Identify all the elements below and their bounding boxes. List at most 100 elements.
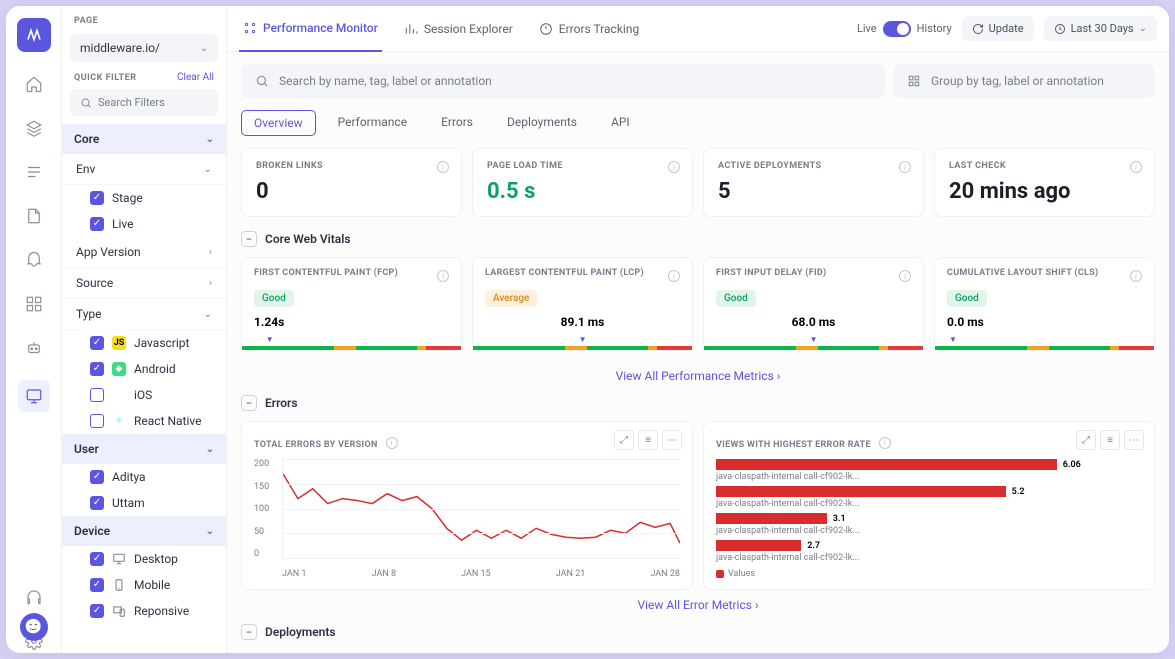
date-range-button[interactable]: Last 30 Days ⌄ <box>1044 16 1157 41</box>
stat-last-check: LAST CHECK 20 mins ago <box>934 148 1155 217</box>
group-core[interactable]: Core⌄ <box>62 124 226 154</box>
search-placeholder: Search by name, tag, label or annotation <box>279 74 492 88</box>
vital-fid: FIRST INPUT DELAY (FID) Good 68.0 ms ▼ <box>703 257 924 351</box>
group-device[interactable]: Device⌄ <box>62 516 226 546</box>
filter-icon[interactable]: ≡ <box>1100 430 1120 450</box>
info-icon[interactable] <box>899 270 911 282</box>
search-icon <box>255 74 269 88</box>
bar-row: 5.2java-claspath-internal call-cf902-lk.… <box>716 486 1142 509</box>
env-stage[interactable]: Stage <box>62 185 226 211</box>
group-placeholder: Group by tag, label or annotation <box>931 74 1104 88</box>
home-icon[interactable] <box>22 72 46 96</box>
react-icon: ⚛ <box>112 414 126 428</box>
collapse-button[interactable]: − <box>241 231 257 247</box>
info-icon[interactable] <box>1130 161 1142 173</box>
update-button[interactable]: Update <box>962 16 1034 41</box>
stat-active-deployments: ACTIVE DEPLOYMENTS 5 <box>703 148 924 217</box>
subtab-api[interactable]: API <box>599 110 642 136</box>
info-icon[interactable] <box>437 161 449 173</box>
topbar: Performance Monitor Session Explorer Err… <box>227 6 1169 52</box>
group-user[interactable]: User⌄ <box>62 434 226 464</box>
card-total-errors: TOTAL ERRORS BY VERSION ⤢ ≡ ⋯ 2001501005… <box>241 421 693 590</box>
js-icon: JS <box>112 336 126 350</box>
device-responsive[interactable]: Reponsive <box>62 598 226 624</box>
view-all-errors-link[interactable]: View All Error Metrics › <box>241 590 1155 620</box>
assistant-avatar[interactable] <box>20 613 48 641</box>
tab-errors-tracking[interactable]: Errors Tracking <box>535 6 643 52</box>
search-input[interactable]: Search by name, tag, label or annotation <box>241 64 885 98</box>
group-by-input[interactable]: Group by tag, label or annotation <box>893 64 1155 98</box>
env-live[interactable]: Live <box>62 211 226 237</box>
info-icon[interactable] <box>899 161 911 173</box>
file-icon[interactable] <box>22 204 46 228</box>
info-icon[interactable] <box>1130 270 1142 282</box>
group-icon <box>907 74 921 88</box>
search-filters-input[interactable]: Search Filters <box>70 89 218 116</box>
bell-icon[interactable] <box>22 248 46 272</box>
group-type[interactable]: Type⌄ <box>62 299 226 330</box>
headphones-icon[interactable] <box>22 585 46 609</box>
quick-filter-label: QUICK FILTER <box>74 73 136 83</box>
group-app-version[interactable]: App Version› <box>62 237 226 268</box>
clear-all-link[interactable]: Clear All <box>177 72 214 83</box>
user-aditya[interactable]: Aditya <box>62 464 226 490</box>
bar-row: 6.06java-claspath-internal call-cf902-lk… <box>716 459 1142 482</box>
bar-row: 2.7java-claspath-internal call-cf902-lk.… <box>716 540 1142 563</box>
info-icon[interactable] <box>879 437 891 449</box>
group-source[interactable]: Source› <box>62 268 226 299</box>
info-icon[interactable] <box>386 437 398 449</box>
filter-icon[interactable]: ≡ <box>638 430 658 450</box>
apple-icon <box>112 388 126 402</box>
stat-page-load: PAGE LOAD TIME 0.5 s <box>472 148 693 217</box>
type-ios[interactable]: iOS <box>62 382 226 408</box>
group-env[interactable]: Env⌄ <box>62 154 226 185</box>
info-icon[interactable] <box>668 270 680 282</box>
grid-icon[interactable] <box>22 292 46 316</box>
subtab-performance[interactable]: Performance <box>326 110 419 136</box>
user-uttam[interactable]: Uttam <box>62 490 226 516</box>
info-icon[interactable] <box>668 161 680 173</box>
vital-fcp: FIRST CONTENTFUL PAINT (FCP) Good 1.24s … <box>241 257 462 351</box>
tab-session-explorer[interactable]: Session Explorer <box>400 6 517 52</box>
view-all-perf-link[interactable]: View All Performance Metrics › <box>241 361 1155 391</box>
page-selector[interactable]: middleware.io/ ⌄ <box>70 34 218 62</box>
expand-icon[interactable]: ⤢ <box>614 430 634 450</box>
bot-icon[interactable] <box>22 336 46 360</box>
more-icon[interactable]: ⋯ <box>662 430 682 450</box>
status-badge: Good <box>254 290 294 307</box>
device-mobile[interactable]: Mobile <box>62 572 226 598</box>
section-errors: Errors <box>265 396 298 410</box>
info-icon[interactable] <box>437 270 449 282</box>
search-filters-placeholder: Search Filters <box>98 96 165 109</box>
stack-icon[interactable] <box>22 116 46 140</box>
chevron-down-icon: ⌄ <box>200 43 208 54</box>
sidebar: PAGE middleware.io/ ⌄ QUICK FILTER Clear… <box>62 6 227 653</box>
page-selector-value: middleware.io/ <box>80 41 160 55</box>
list-icon[interactable] <box>22 160 46 184</box>
app-logo[interactable] <box>17 18 51 52</box>
expand-icon[interactable]: ⤢ <box>1076 430 1096 450</box>
type-javascript[interactable]: JSJavascript <box>62 330 226 356</box>
status-badge: Average <box>485 290 537 307</box>
page-label: PAGE <box>62 6 226 30</box>
type-android[interactable]: ◆Android <box>62 356 226 382</box>
subtab-overview[interactable]: Overview <box>241 110 316 136</box>
device-desktop[interactable]: Desktop <box>62 546 226 572</box>
checkbox-icon <box>90 191 104 205</box>
collapse-button[interactable]: − <box>241 624 257 640</box>
collapse-button[interactable]: − <box>241 395 257 411</box>
status-badge: Good <box>947 290 987 307</box>
tab-performance-monitor[interactable]: Performance Monitor <box>239 6 382 52</box>
subtab-errors[interactable]: Errors <box>429 110 485 136</box>
android-icon: ◆ <box>112 362 126 376</box>
vital-cls: CUMULATIVE LAYOUT SHIFT (CLS) Good 0.0 m… <box>934 257 1155 351</box>
monitor-icon[interactable] <box>18 380 50 412</box>
section-core-web-vitals: Core Web Vitals <box>265 232 351 246</box>
type-react-native[interactable]: ⚛React Native <box>62 408 226 434</box>
icon-rail <box>6 6 62 653</box>
legend: Values <box>716 569 1142 579</box>
card-error-rate-views: VIEWS WITH HIGHEST ERROR RATE ⤢ ≡ ⋯ 6.06… <box>703 421 1155 590</box>
subtab-deployments[interactable]: Deployments <box>495 110 589 136</box>
more-icon[interactable]: ⋯ <box>1124 430 1144 450</box>
live-history-toggle[interactable]: Live History <box>857 21 952 37</box>
